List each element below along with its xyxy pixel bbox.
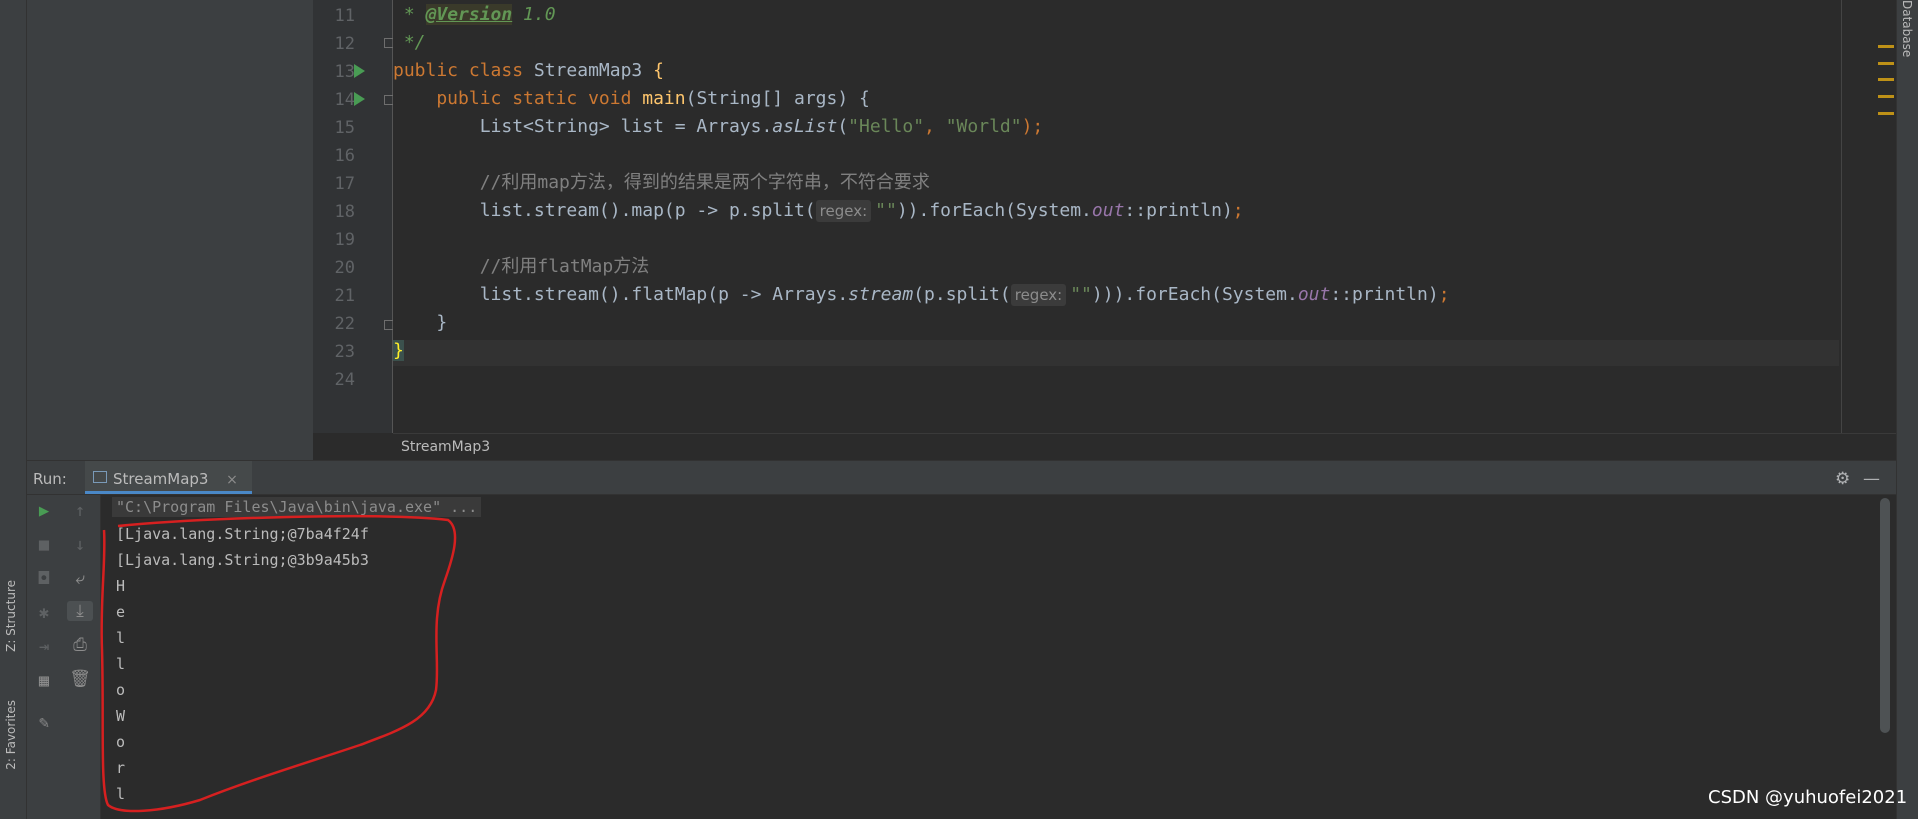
right-tool-strip: Database — [1896, 0, 1918, 819]
structure-tab[interactable]: Z: Structure — [4, 580, 18, 652]
database-tab[interactable]: Database — [1900, 0, 1914, 57]
warning-marker[interactable] — [1878, 78, 1894, 81]
param-hint: regex: — [1010, 284, 1067, 306]
arrow-down-icon[interactable]: ↓ — [67, 535, 93, 555]
scroll-to-end-icon[interactable]: ⤓ — [67, 601, 93, 621]
favorites-tab[interactable]: 2: Favorites — [4, 700, 18, 770]
code-line-11: * @Version 1.0 — [393, 4, 556, 25]
line-number: 20 — [334, 258, 355, 278]
code-line-13: public class StreamMap3 { — [393, 60, 664, 81]
code-line-12: */ — [393, 32, 426, 53]
line-number: 17 — [334, 174, 355, 194]
run-class-icon[interactable] — [354, 64, 365, 78]
console-output-line: o — [116, 681, 126, 699]
pin-icon[interactable]: ✎ — [31, 713, 57, 733]
line-number: 19 — [334, 230, 355, 250]
console-output-line: l — [116, 629, 126, 647]
run-tab-streammap3[interactable]: StreamMap3 × — [85, 461, 252, 494]
console-output[interactable]: "C:\Program Files\Java\bin\java.exe" ...… — [102, 495, 1877, 819]
console-output-line: W — [116, 707, 126, 725]
line-number: 24 — [334, 370, 355, 390]
debug-icon[interactable]: ✱ — [31, 603, 57, 623]
line-number: 18 — [334, 202, 355, 222]
run-toolbar-primary: ▶ ■ ◘ ✱ ⇥ ▦ ✎ — [27, 495, 61, 819]
console-output-line: l — [116, 655, 126, 673]
arrow-up-icon[interactable]: ↑ — [67, 501, 93, 521]
console-output-line: [Ljava.lang.String;@7ba4f24f — [116, 525, 369, 543]
close-icon[interactable]: × — [226, 472, 238, 488]
print-icon[interactable]: ⎙ — [67, 635, 93, 655]
line-number: 16 — [334, 146, 355, 166]
rerun-icon[interactable]: ▶ — [31, 501, 57, 521]
minimize-icon[interactable]: — — [1863, 469, 1880, 489]
code-line-15: List<String> list = Arrays.asList("Hello… — [393, 116, 1044, 137]
line-number: 12 — [334, 34, 355, 54]
line-number: 22 — [334, 314, 355, 334]
line-number: 23 — [334, 342, 355, 362]
console-scrollbar[interactable] — [1880, 498, 1890, 733]
console-output-line: H — [116, 577, 126, 595]
trash-icon[interactable]: 🗑 — [67, 669, 93, 689]
code-line-22: } — [393, 312, 448, 333]
exit-icon[interactable]: ⇥ — [31, 637, 57, 657]
breadcrumb-item[interactable]: StreamMap3 — [401, 439, 490, 455]
warning-marker[interactable] — [1878, 45, 1894, 48]
run-toolbar-secondary: ↑ ↓ ⤶ ⤓ ⎙ 🗑 — [61, 495, 101, 819]
code-editor[interactable]: * @Version 1.0 */ public class StreamMap… — [393, 0, 1839, 433]
code-line-18: list.stream().map(p -> p.split(regex: "")… — [393, 200, 1244, 222]
code-line-23: } — [393, 340, 404, 361]
warning-marker[interactable] — [1878, 112, 1894, 115]
run-label: Run: — [33, 470, 67, 488]
code-line-17: //利用map方法，得到的结果是两个字符串，不符合要求 — [393, 172, 930, 193]
camera-icon[interactable]: ◘ — [31, 569, 57, 589]
console-tab-icon — [93, 471, 107, 483]
line-number: 21 — [334, 286, 355, 306]
layout-icon[interactable]: ▦ — [31, 671, 57, 691]
param-hint: regex: — [815, 200, 872, 222]
warning-marker[interactable] — [1878, 62, 1894, 65]
code-line-21: list.stream().flatMap(p -> Arrays.stream… — [393, 284, 1450, 306]
code-line-14: public static void main(String[] args) { — [393, 88, 870, 109]
run-window-header: Run: StreamMap3 × ⚙ — — [27, 460, 1896, 495]
line-number: 13 — [334, 62, 355, 82]
project-panel — [27, 0, 313, 460]
line-number: 15 — [334, 118, 355, 138]
soft-wrap-icon[interactable]: ⤶ — [67, 569, 93, 589]
line-number: 14 — [334, 90, 355, 110]
console-output-line: [Ljava.lang.String;@3b9a45b3 — [116, 551, 369, 569]
line-number: 11 — [334, 6, 355, 26]
console-output-line: l — [116, 785, 126, 803]
right-margin-guide — [1841, 0, 1842, 433]
console-output-line: e — [116, 603, 126, 621]
gear-icon[interactable]: ⚙ — [1835, 469, 1850, 489]
watermark: CSDN @yuhuofei2021 — [1708, 787, 1908, 808]
console-command-line: "C:\Program Files\Java\bin\java.exe" ... — [112, 497, 482, 517]
breadcrumb: StreamMap3 — [393, 433, 1896, 461]
run-main-icon[interactable] — [354, 92, 365, 106]
run-tab-label: StreamMap3 — [113, 470, 209, 488]
warning-marker[interactable] — [1878, 95, 1894, 98]
console-output-line: r — [116, 759, 126, 777]
current-line-highlight — [393, 340, 1839, 366]
stop-icon[interactable]: ■ — [31, 535, 57, 555]
console-output-line: o — [116, 733, 126, 751]
left-tool-strip: Z: Structure 2: Favorites — [0, 0, 27, 819]
code-line-20: //利用flatMap方法 — [393, 256, 650, 277]
